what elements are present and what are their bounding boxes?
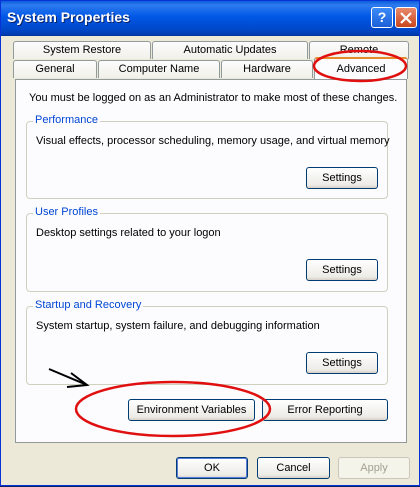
user-profiles-title: User Profiles [33,206,100,218]
performance-settings-button[interactable]: Settings [306,167,378,189]
environment-variables-button[interactable]: Environment Variables [128,399,255,421]
error-reporting-button[interactable]: Error Reporting [262,399,388,421]
startup-recovery-description: System startup, system failure, and debu… [36,320,320,332]
close-button[interactable] [395,7,417,28]
system-properties-window: System Properties ? System Restore Autom… [0,0,420,486]
tab-hardware[interactable]: Hardware [221,60,313,78]
tab-advanced[interactable]: Advanced [314,57,408,79]
close-icon [400,12,412,24]
tab-computer-name[interactable]: Computer Name [98,60,220,78]
help-button[interactable]: ? [371,7,393,28]
startup-recovery-settings-button[interactable]: Settings [306,352,378,374]
window-title: System Properties [7,9,130,25]
title-bar[interactable]: System Properties ? [1,1,419,36]
performance-description: Visual effects, processor scheduling, me… [36,135,390,147]
cancel-button[interactable]: Cancel [257,457,330,479]
ok-button[interactable]: OK [176,457,248,479]
startup-recovery-title: Startup and Recovery [33,299,144,311]
help-icon: ? [377,9,387,25]
tab-general[interactable]: General [13,60,97,78]
tab-system-restore[interactable]: System Restore [13,41,151,59]
user-profiles-settings-button[interactable]: Settings [306,259,378,281]
tab-automatic-updates[interactable]: Automatic Updates [152,41,308,59]
user-profiles-description: Desktop settings related to your logon [36,227,221,239]
admin-notice: You must be logged on as an Administrato… [29,92,398,104]
performance-title: Performance [33,114,100,126]
apply-button[interactable]: Apply [338,457,410,479]
